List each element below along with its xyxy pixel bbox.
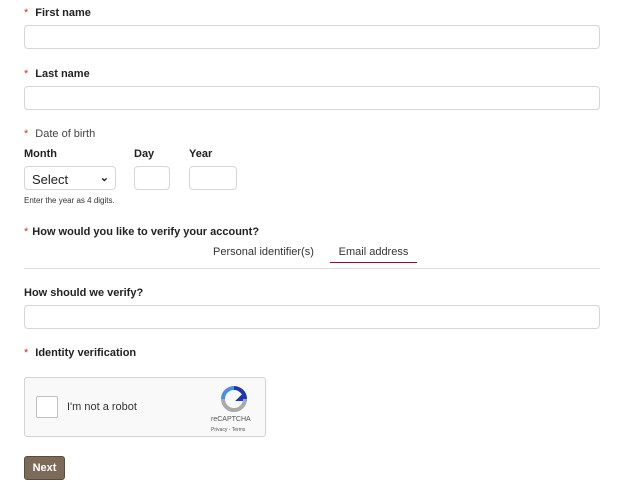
first-name-input[interactable] (24, 25, 600, 49)
recaptcha-links: Privacy - Terms (211, 427, 246, 433)
how-verify-input[interactable] (24, 305, 600, 329)
divider (24, 268, 600, 269)
day-label: Day (134, 148, 155, 160)
tab-email-address[interactable]: Email address (330, 246, 417, 263)
recaptcha-checkbox[interactable] (36, 396, 58, 418)
last-name-label: * Last name (24, 68, 90, 80)
next-button[interactable]: Next (24, 456, 65, 480)
identity-verification-label: * Identity verification (24, 347, 137, 359)
recaptcha-label: I'm not a robot (67, 401, 137, 413)
chevron-down-icon: ⌄ (99, 172, 109, 184)
verify-method-label: * How would you like to verify your accou… (24, 226, 260, 238)
year-hint: Enter the year as 4 digits. (24, 196, 115, 205)
recaptcha-logo-icon (221, 386, 247, 412)
how-verify-label: How should we verify? (24, 287, 144, 299)
last-name-input[interactable] (24, 86, 600, 110)
month-select[interactable]: Select ⌄ (24, 166, 116, 190)
month-label: Month (24, 148, 57, 160)
first-name-label: * First name (24, 7, 91, 19)
dob-label: * Date of birth (24, 128, 96, 140)
day-input[interactable] (134, 166, 170, 190)
recaptcha-brand: reCAPTCHA (211, 416, 251, 423)
recaptcha-widget: I'm not a robot reCAPTCHA Privacy - Term… (24, 377, 266, 437)
year-input[interactable] (189, 166, 237, 190)
tab-personal-identifier[interactable]: Personal identifier(s) (213, 246, 314, 258)
year-label: Year (189, 148, 213, 160)
